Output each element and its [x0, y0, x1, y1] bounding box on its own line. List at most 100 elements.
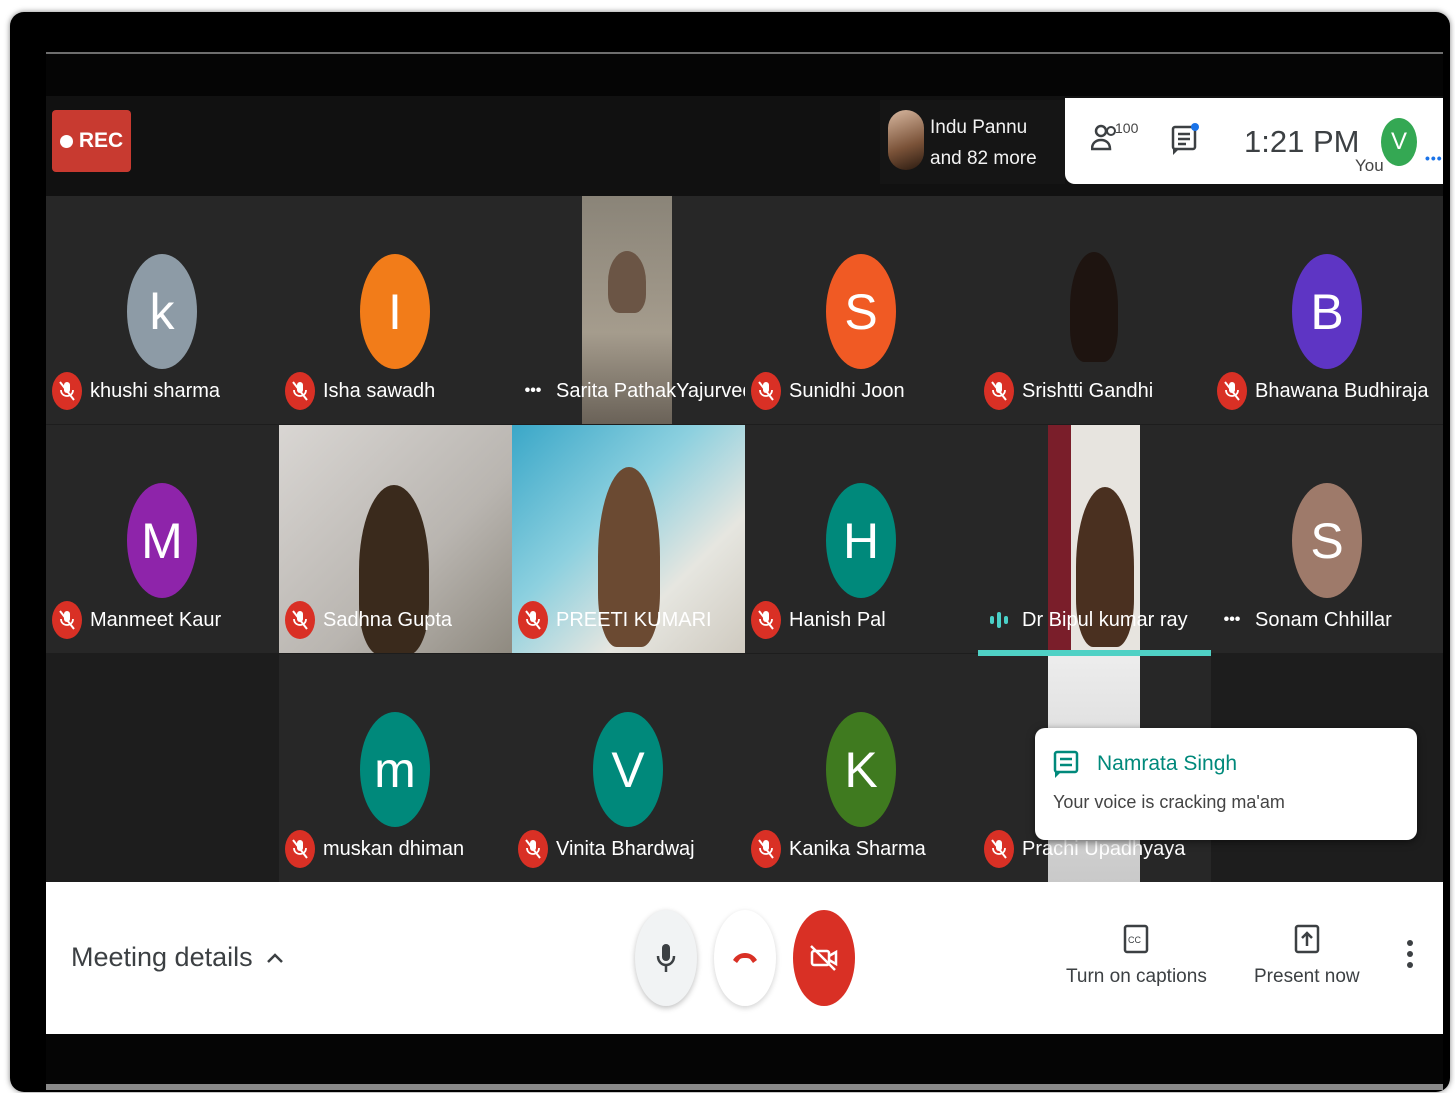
control-bar: Meeting details CC Turn on captions Pres…	[46, 882, 1443, 1034]
user-avatar[interactable]: V	[1381, 118, 1417, 166]
participant-avatar: m	[360, 712, 430, 827]
present-icon	[1294, 924, 1320, 954]
mic-off-icon	[285, 830, 315, 868]
screenshot-frame: REC Indu Pannu and 82 more 100 1:21 PM Y…	[10, 12, 1450, 1092]
participant-name: Sunidhi Joon	[789, 379, 905, 402]
meet-window: REC Indu Pannu and 82 more 100 1:21 PM Y…	[46, 52, 1443, 1090]
participant-name: Kanika Sharma	[789, 837, 926, 860]
more-options-button[interactable]	[1406, 940, 1414, 968]
more-options-icon[interactable]: •••	[1425, 150, 1443, 166]
participant-name: Dr Bipul kumar ray	[1022, 608, 1188, 631]
participant-name: muskan dhiman	[323, 837, 465, 860]
presenter-avatar	[888, 110, 924, 170]
participant-tile[interactable]: I Isha sawadh	[279, 196, 512, 424]
present-label: Present now	[1254, 966, 1360, 987]
participant-label: khushi sharma	[52, 372, 220, 410]
chat-icon[interactable]	[1170, 122, 1200, 156]
participant-avatar: I	[360, 254, 430, 369]
mic-off-icon	[52, 601, 82, 639]
microphone-button[interactable]	[635, 910, 697, 1006]
participant-name: Prachi Upadhyaya	[1022, 837, 1186, 860]
svg-text:CC: CC	[1128, 935, 1141, 945]
participant-label: Dr Bipul kumar ray	[984, 601, 1188, 639]
chat-message-icon	[1053, 750, 1079, 778]
participant-tile[interactable]: S Sunidhi Joon	[745, 196, 978, 424]
microphone-icon	[656, 944, 676, 972]
captions-label: Turn on captions	[1066, 966, 1207, 987]
mic-off-icon	[518, 830, 548, 868]
participant-tile[interactable]: V Vinita Bhardwaj	[512, 654, 745, 882]
participant-label: ••• Sonam Chhillar	[1217, 601, 1392, 639]
participant-tile[interactable]: ••• Sarita PathakYajurvedi	[512, 196, 745, 424]
captions-button[interactable]: CC Turn on captions	[1066, 922, 1207, 988]
participant-figure	[608, 251, 646, 313]
camera-button[interactable]	[793, 910, 855, 1006]
chat-message: Your voice is cracking ma'am	[1053, 792, 1285, 812]
mic-off-icon	[984, 372, 1014, 410]
chat-notification[interactable]: Namrata Singh Your voice is cracking ma'…	[1035, 728, 1417, 840]
meeting-details-label: Meeting details	[71, 942, 253, 972]
participant-video-tile[interactable]: PREETI KUMARI	[512, 425, 745, 653]
mic-off-icon	[984, 830, 1014, 868]
participant-tile[interactable]: Dr Bipul kumar ray	[978, 425, 1211, 653]
chat-sender: Namrata Singh	[1097, 752, 1238, 775]
participant-name: Vinita Bhardwaj	[556, 837, 695, 860]
participant-label: PREETI KUMARI	[518, 601, 712, 639]
participant-tile[interactable]: K Kanika Sharma	[745, 654, 978, 882]
participant-name: Manmeet Kaur	[90, 608, 222, 631]
participant-name: Sadhna Gupta	[323, 608, 452, 631]
participant-avatar: V	[593, 712, 663, 827]
participant-tile[interactable]: S ••• Sonam Chhillar	[1211, 425, 1443, 653]
participant-label: Kanika Sharma	[751, 830, 926, 868]
participant-tile[interactable]: M Manmeet Kaur	[46, 425, 279, 653]
presenter-more: and 82 more	[930, 148, 1037, 169]
participant-avatar: K	[826, 712, 896, 827]
participant-video-tile[interactable]: Sadhna Gupta	[279, 425, 512, 653]
participant-name: Sarita PathakYajurvedi	[556, 379, 745, 402]
participant-label: Sunidhi Joon	[751, 372, 905, 410]
participant-count: 100	[1115, 120, 1139, 136]
camera-off-icon	[810, 945, 838, 971]
participant-label: Srishtti Gandhi	[984, 372, 1153, 410]
hang-up-icon	[733, 953, 757, 963]
recording-label: REC	[78, 129, 124, 152]
you-label: You	[1355, 156, 1384, 175]
participant-name: Srishtti Gandhi	[1022, 379, 1154, 402]
more-options-icon[interactable]: •••	[518, 382, 548, 400]
participant-label: ••• Sarita PathakYajurvedi	[518, 372, 745, 410]
participant-avatar: B	[1292, 254, 1362, 369]
header-panel: 100 1:21 PM You V •••	[1065, 98, 1443, 184]
participant-name: Sonam Chhillar	[1255, 608, 1392, 631]
participant-tile[interactable]: m muskan dhiman	[279, 654, 512, 882]
participant-label: Isha sawadh	[285, 372, 435, 410]
mic-off-icon	[285, 601, 315, 639]
presenter-chip[interactable]: Indu Pannu and 82 more	[880, 100, 1065, 184]
participant-tile[interactable]: B Bhawana Budhiraja	[1211, 196, 1443, 424]
mic-off-icon	[751, 601, 781, 639]
participant-tile[interactable]: Srishtti Gandhi	[978, 196, 1211, 424]
end-call-button[interactable]	[714, 910, 776, 1006]
participant-avatar: S	[1292, 483, 1362, 598]
participant-name: khushi sharma	[90, 379, 221, 402]
participant-name: Bhawana Budhiraja	[1255, 379, 1429, 402]
participant-avatar: S	[826, 254, 896, 369]
empty-tile	[46, 654, 279, 882]
participant-avatar: M	[127, 483, 197, 598]
participant-avatar: H	[826, 483, 896, 598]
audio-wave-icon	[984, 612, 1014, 628]
participant-name: PREETI KUMARI	[556, 608, 712, 631]
mic-off-icon	[52, 372, 82, 410]
participant-label: muskan dhiman	[285, 830, 464, 868]
participant-label: Vinita Bhardwaj	[518, 830, 695, 868]
presenter-name: Indu Pannu	[930, 117, 1028, 138]
meeting-details-button[interactable]: Meeting details	[71, 942, 285, 973]
participant-tile[interactable]: k khushi sharma	[46, 196, 279, 424]
participant-tile[interactable]: H Hanish Pal	[745, 425, 978, 653]
mic-off-icon	[518, 601, 548, 639]
present-now-button[interactable]: Present now	[1254, 922, 1360, 988]
participant-figure	[1070, 252, 1118, 362]
participant-name: Hanish Pal	[789, 608, 886, 631]
participant-name: Isha sawadh	[323, 379, 436, 402]
more-options-icon[interactable]: •••	[1217, 611, 1247, 629]
participant-label: Bhawana Budhiraja	[1217, 372, 1428, 410]
